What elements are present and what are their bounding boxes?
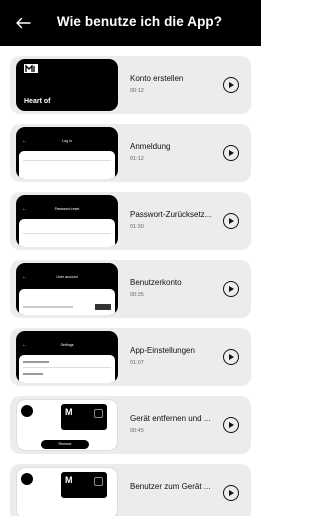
- tutorial-card[interactable]: ← Settings App-Einstellungen 01:07: [10, 328, 251, 386]
- tutorial-title: Benutzer zum Gerät ...: [130, 482, 211, 491]
- tutorial-title: Konto erstellen: [130, 74, 184, 83]
- video-thumbnail: M Remove: [16, 399, 118, 451]
- video-thumbnail: ← Log in: [16, 127, 118, 179]
- tutorial-list: Heart of Konto erstellen 00:12 ← Log in …: [10, 56, 251, 516]
- thumbnail-text: Password reset: [54, 207, 80, 211]
- video-thumbnail: ← User account: [16, 263, 118, 315]
- video-thumbnail: Heart of: [16, 59, 118, 111]
- thumbnail-panel: [19, 355, 115, 383]
- tutorial-card[interactable]: M Benutzer zum Gerät ...: [10, 464, 251, 516]
- tutorial-card[interactable]: M Remove Gerät entfernen und ... 00:45: [10, 396, 251, 454]
- play-button[interactable]: [223, 485, 239, 501]
- thumbnail-text: Settings: [60, 343, 74, 347]
- video-thumbnail: ← Password reset: [16, 195, 118, 247]
- tutorial-duration: 00:35: [130, 292, 144, 298]
- device-card: M: [61, 404, 107, 430]
- tutorial-title: Benutzerkonto: [130, 278, 182, 287]
- device-icon: [21, 405, 33, 417]
- thumbnail-text: Log in: [62, 139, 72, 143]
- play-button[interactable]: [223, 77, 239, 93]
- app-header: Wie benutze ich die App?: [0, 0, 261, 46]
- thumbnail-text: Remove: [58, 442, 72, 446]
- thumbnail-text: User account: [56, 275, 78, 279]
- thumbnail-text: Heart of: [24, 98, 51, 105]
- tutorial-card[interactable]: ← Password reset Passwort-Zurücksetz... …: [10, 192, 251, 250]
- thumbnail-panel: [19, 151, 115, 179]
- thumbnail-panel: [19, 219, 115, 247]
- tutorial-card[interactable]: Heart of Konto erstellen 00:12: [10, 56, 251, 114]
- play-button[interactable]: [223, 417, 239, 433]
- device-card: M: [61, 472, 107, 498]
- play-button[interactable]: [223, 213, 239, 229]
- play-button[interactable]: [223, 349, 239, 365]
- tutorial-duration: 01:07: [130, 360, 144, 366]
- video-thumbnail: ← Settings: [16, 331, 118, 383]
- thumbnail-panel: [19, 289, 115, 315]
- tutorial-duration: 00:12: [130, 88, 144, 94]
- device-icon: [21, 473, 33, 485]
- tutorial-title: Gerät entfernen und ...: [130, 414, 211, 423]
- tutorial-duration: 00:45: [130, 428, 144, 434]
- page-title: Wie benutze ich die App?: [56, 14, 223, 29]
- play-button[interactable]: [223, 281, 239, 297]
- play-button[interactable]: [223, 145, 239, 161]
- tutorial-title: Anmeldung: [130, 142, 171, 151]
- tutorial-card[interactable]: ← Log in Anmeldung 01:12: [10, 124, 251, 182]
- brand-logo-icon: [24, 64, 38, 73]
- tutorial-title: Passwort-Zurücksetz...: [130, 210, 212, 219]
- video-thumbnail: M: [16, 467, 118, 516]
- tutorial-duration: 01:12: [130, 156, 144, 162]
- tutorial-duration: 01:30: [130, 224, 144, 230]
- tutorial-card[interactable]: ← User account Benutzerkonto 00:35: [10, 260, 251, 318]
- tutorial-title: App-Einstellungen: [130, 346, 195, 355]
- thumbnail-button: Remove: [41, 440, 89, 449]
